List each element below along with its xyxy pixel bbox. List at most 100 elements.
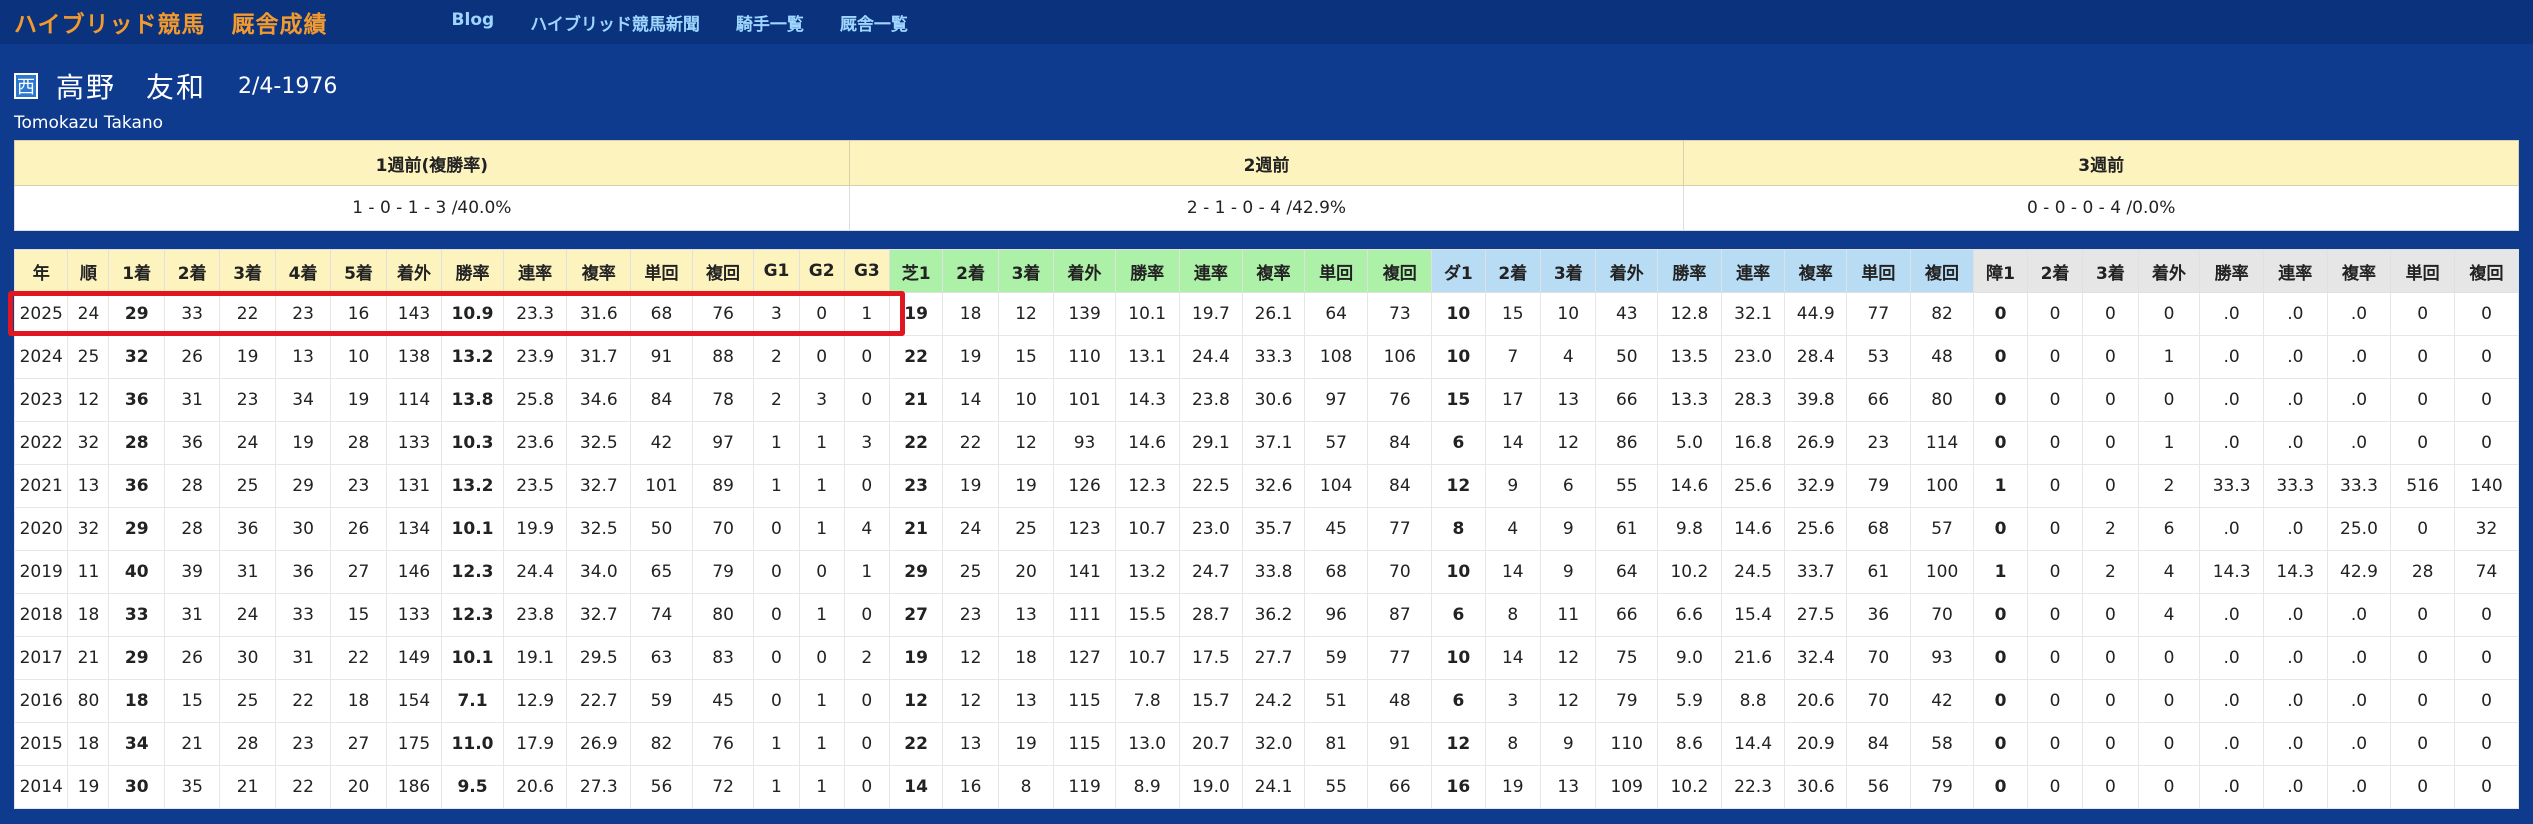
stat-cell: 11.0 [441, 722, 504, 766]
stat-cell: 19 [888, 292, 944, 336]
stat-cell: .0 [2326, 421, 2392, 465]
site-brand[interactable]: ハイブリッド競馬 厩舎成績 [14, 5, 328, 39]
stat-cell: 14.3 [2199, 550, 2264, 594]
stat-cell: 39.8 [1784, 378, 1848, 422]
stat-cell: 15.7 [1178, 679, 1244, 723]
stat-cell: 0 [2453, 636, 2520, 680]
stat-cell: 12 [1431, 722, 1486, 766]
stat-cell: 89 [691, 464, 755, 508]
stat-cell: 22 [888, 722, 944, 766]
stat-cell: 33.3 [2199, 464, 2264, 508]
stat-cell: 10.9 [441, 292, 504, 336]
stat-cell: 25.8 [502, 378, 568, 422]
stat-cell: 26.9 [1784, 421, 1848, 465]
stat-cell: 79 [1909, 765, 1975, 809]
stat-cell: 0 [843, 378, 890, 422]
stat-cell: 74 [2453, 550, 2520, 594]
stat-cell: 59 [1303, 636, 1369, 680]
stat-cell: 138 [385, 335, 443, 379]
stat-cell: 10.7 [1114, 636, 1180, 680]
stat-cell: 68 [1303, 550, 1369, 594]
stat-cell: 110 [1053, 335, 1116, 379]
stat-cell: 80 [1909, 378, 1975, 422]
stat-cell: 10 [1431, 335, 1486, 379]
stat-cell: 29.5 [566, 636, 632, 680]
stat-cell: 0 [798, 335, 845, 379]
stat-cell: 516 [2390, 464, 2455, 508]
stat-cell: 32 [67, 507, 110, 551]
stat-cell: 82 [630, 722, 693, 766]
stats-header-cell: G2 [798, 249, 845, 293]
stat-cell: 9.5 [441, 765, 504, 809]
nav-link-blog[interactable]: Blog [452, 10, 495, 35]
stat-cell: 1 [798, 679, 845, 723]
stat-cell: 1 [1973, 550, 2028, 594]
stat-cell: 13.8 [441, 378, 504, 422]
nav-link-newspaper[interactable]: ハイブリッド競馬新聞 [530, 10, 700, 35]
stat-cell: 12 [997, 292, 1055, 336]
stat-cell: 37.1 [1242, 421, 1305, 465]
stat-cell: 24.2 [1242, 679, 1305, 723]
stat-cell: 10.7 [1114, 507, 1180, 551]
stats-header-cell: 勝率 [1657, 249, 1722, 293]
stat-cell: 23.5 [502, 464, 568, 508]
stat-cell: 24.7 [1178, 550, 1244, 594]
stat-cell: 30 [219, 636, 276, 680]
stat-cell: 2 [2137, 464, 2201, 508]
stat-cell: .0 [2262, 593, 2328, 637]
stats-header-cell: 連率 [1720, 249, 1786, 293]
stat-cell: 0 [2453, 378, 2520, 422]
stat-cell: 0 [2453, 593, 2520, 637]
stat-cell: 0 [2390, 507, 2455, 551]
stat-cell: 19 [274, 421, 332, 465]
stat-cell: .0 [2262, 378, 2328, 422]
stat-cell: 106 [1367, 335, 1433, 379]
stat-cell: 109 [1595, 765, 1659, 809]
stat-cell: 14 [1484, 421, 1542, 465]
stat-cell: 22 [274, 679, 332, 723]
stat-cell: 2 [753, 378, 800, 422]
nav-link-jockey-list[interactable]: 騎手一覧 [736, 10, 804, 35]
nav-link-stable-list[interactable]: 厩舎一覧 [840, 10, 908, 35]
stat-cell: 20 [997, 550, 1055, 594]
stat-cell: 93 [1053, 421, 1116, 465]
stat-cell: 32.5 [566, 421, 632, 465]
stat-cell: 88 [691, 335, 755, 379]
stat-cell: 13.0 [1114, 722, 1180, 766]
stat-cell: 17 [1484, 378, 1542, 422]
stat-cell: 21.6 [1720, 636, 1786, 680]
year-cell: 2020 [13, 507, 69, 551]
recent-weeks-table: 1週前(複勝率) 2週前 3週前 1 - 0 - 1 - 3 /40.0% 2 … [14, 140, 2519, 231]
stat-cell: 15.5 [1114, 593, 1180, 637]
stat-cell: 1 [798, 464, 845, 508]
stats-header-cell: 単回 [1846, 249, 1911, 293]
stat-cell: 1 [798, 722, 845, 766]
year-cell: 2022 [13, 421, 69, 465]
stat-cell: 31 [163, 593, 221, 637]
stat-cell: 19.7 [1178, 292, 1244, 336]
stat-cell: 186 [385, 765, 443, 809]
stat-cell: 13.2 [441, 335, 504, 379]
stats-header-cell: 複率 [1242, 249, 1305, 293]
stats-header-cell: 単回 [2390, 249, 2455, 293]
stat-cell: 0 [2026, 464, 2084, 508]
stat-cell: 26.1 [1242, 292, 1305, 336]
stat-cell: 14.6 [1114, 421, 1180, 465]
stat-cell: 19 [330, 378, 387, 422]
stat-cell: 2 [2082, 550, 2139, 594]
stat-cell: 18 [942, 292, 999, 336]
stat-cell: 11 [1540, 593, 1597, 637]
stat-cell: 1 [843, 550, 890, 594]
stat-cell: 139 [1053, 292, 1116, 336]
stat-cell: 13 [997, 679, 1055, 723]
stat-cell: 10.2 [1657, 550, 1722, 594]
stat-cell: 55 [1595, 464, 1659, 508]
stat-cell: 143 [385, 292, 443, 336]
stat-cell: 53 [1846, 335, 1911, 379]
stat-cell: 24.4 [1178, 335, 1244, 379]
stat-cell: 2 [753, 335, 800, 379]
stat-cell: 18 [330, 679, 387, 723]
stat-cell: 36 [274, 550, 332, 594]
table-row: 2018 18 33 31 24 33 15 133 12.3 23.8 32.7 74 80 0 1 0 27… [13, 593, 2520, 637]
stat-cell: 0 [2026, 765, 2084, 809]
